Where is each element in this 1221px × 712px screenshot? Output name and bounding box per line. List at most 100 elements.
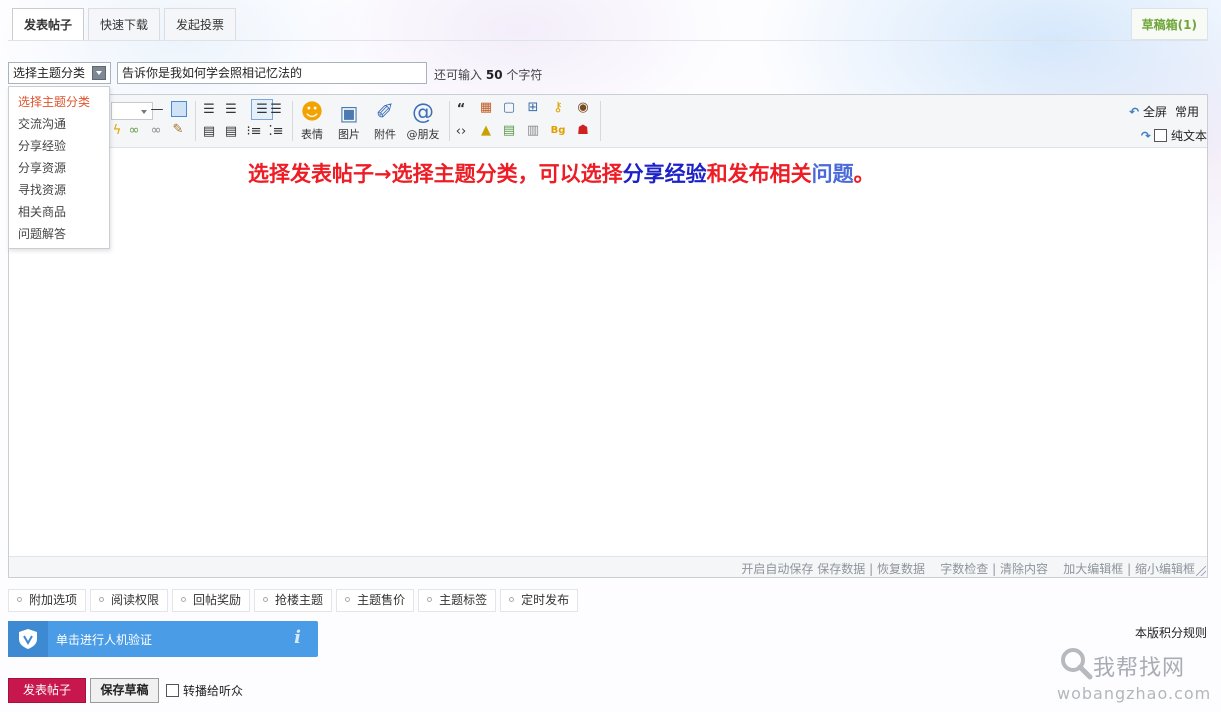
char-remaining-suffix: 个字符 [506, 68, 543, 82]
option-thread-price[interactable]: 主题售价 [336, 589, 415, 612]
broadcast-checkbox[interactable] [166, 684, 179, 697]
category-option[interactable]: 寻找资源 [9, 179, 109, 201]
save-draft-button[interactable]: 保存草稿 [90, 678, 159, 703]
content-part-1: 选择发表帖子→选择主题分类，可以选择 [248, 162, 623, 186]
attach-label: 附件 [374, 128, 396, 141]
resize-grip-icon[interactable] [1196, 566, 1206, 576]
content-part-2: 分享经验 [622, 162, 707, 186]
tab-quick-download[interactable]: 快速下载 [88, 8, 161, 41]
image-button[interactable]: ▣ 图片 [335, 100, 363, 142]
tab-post-thread[interactable]: 发表帖子 [12, 8, 85, 41]
table-icon[interactable] [171, 101, 187, 117]
qq-icon[interactable]: ☗ [574, 123, 592, 139]
clear-content-link[interactable]: 清除内容 [1000, 562, 1048, 576]
shrink-editor-link[interactable]: 缩小编辑框 [1135, 562, 1195, 576]
editor-content-text: 选择发表帖子→选择主题分类，可以选择分享经验和发布相关问题。 [248, 158, 875, 188]
restore-data-link[interactable]: 恢复数据 [877, 562, 925, 576]
columns-icon[interactable]: ▥ [524, 123, 542, 139]
enlarge-editor-link[interactable]: 加大编辑框 [1063, 562, 1123, 576]
bullet-icon [99, 597, 105, 602]
font-size-select[interactable] [111, 102, 153, 120]
code-icon[interactable]: ‹› [453, 124, 469, 140]
flash-icon[interactable]: ◉ [574, 100, 592, 116]
category-select-value: 选择主题分类 [13, 66, 86, 80]
plaintext-checkbox[interactable] [1153, 129, 1167, 142]
quote-icon[interactable]: “ [453, 102, 469, 118]
info-icon[interactable]: i [294, 627, 301, 648]
autosave-link[interactable]: 开启自动保存 [741, 562, 813, 576]
horizontal-rule-icon[interactable]: — [149, 102, 165, 118]
shield-icon [19, 629, 37, 649]
board-rules-link[interactable]: 本版积分规则 [1135, 624, 1207, 641]
magnifier-icon [1061, 648, 1093, 680]
align-left-icon[interactable]: ☰ [223, 102, 239, 118]
save-data-link[interactable]: 保存数据 [817, 562, 865, 576]
captcha-verify-bar[interactable]: 单击进行人机验证 i [8, 621, 318, 657]
plaintext-toggle[interactable]: ↷ 纯文本 [1141, 127, 1207, 144]
fullscreen-button[interactable]: ↶ 全屏 [1129, 103, 1167, 120]
extra-options-row: 附加选项 阅读权限 回帖奖励 抢楼主题 主题售价 主题标签 定时发布 [8, 589, 582, 612]
insert-link-icon[interactable]: ∞ [125, 123, 143, 139]
unlink-icon[interactable]: ∞ [147, 123, 165, 139]
option-label: 阅读权限 [111, 593, 160, 607]
align-justify-icon[interactable]: ☰ [201, 102, 217, 118]
bullet-icon [263, 597, 269, 602]
link-icon[interactable]: ϟ [109, 123, 125, 139]
category-option[interactable]: 分享经验 [9, 135, 109, 157]
code-block-icon[interactable]: ▢ [500, 100, 518, 116]
watermark-url: wobangzhao.com [1057, 684, 1212, 703]
align-right-icon[interactable]: ☰ [268, 102, 284, 118]
plaintext-label: 纯文本 [1170, 129, 1207, 143]
post-thread-button[interactable]: 发表帖子 [8, 678, 86, 703]
option-label: 回帖奖励 [193, 593, 242, 607]
word-check-link[interactable]: 字数检查 [940, 562, 988, 576]
bg-icon[interactable]: Bg [549, 123, 567, 139]
free-icon[interactable]: ▦ [477, 100, 495, 116]
category-option[interactable]: 交流沟通 [9, 113, 109, 135]
editor-footer: 开启自动保存 保存数据 | 恢复数据 字数检查 | 清除内容 加大编辑框 | 缩… [9, 556, 1207, 577]
unordered-list-icon[interactable]: ⁚≡ [268, 124, 284, 140]
tabs-divider [8, 40, 1208, 41]
bullet-icon [345, 597, 351, 602]
option-read-permission[interactable]: 阅读权限 [90, 589, 169, 612]
key-icon[interactable]: ⚷ [549, 100, 567, 116]
tab-start-poll[interactable]: 发起投票 [164, 8, 237, 41]
option-label: 主题售价 [357, 593, 406, 607]
paperclip-icon: ✐ [375, 100, 395, 125]
draft-box-button[interactable]: 草稿箱(1) [1130, 8, 1208, 40]
category-select[interactable]: 选择主题分类 [8, 62, 111, 84]
option-additional[interactable]: 附加选项 [8, 589, 87, 612]
image-label: 图片 [338, 128, 360, 141]
attachment-button[interactable]: ✐ 附件 [371, 100, 399, 142]
common-button[interactable]: 常用 [1175, 103, 1199, 120]
char-remaining-hint: 还可输入 50 个字符 [434, 66, 542, 83]
download-icon[interactable]: ▤ [500, 123, 518, 139]
option-reply-reward[interactable]: 回帖奖励 [172, 589, 251, 612]
option-thread-tags[interactable]: 主题标签 [418, 589, 497, 612]
float-right-icon[interactable]: ▤ [223, 124, 239, 140]
content-part-5: 。 [853, 162, 875, 186]
category-dropdown: 选择主题分类 交流沟通 分享经验 分享资源 寻找资源 相关商品 问题解答 [8, 86, 110, 249]
mention-button[interactable]: @ @朋友 [405, 100, 441, 142]
clear-format-icon[interactable]: ✎ [169, 122, 187, 138]
float-left-icon[interactable]: ▤ [201, 124, 217, 140]
captcha-text: 单击进行人机验证 [56, 633, 153, 647]
subject-input[interactable]: 告诉你是我如何学会照相记忆法的 [117, 62, 427, 84]
ordered-list-icon[interactable]: ⁝≡ [246, 124, 262, 140]
category-option[interactable]: 相关商品 [9, 201, 109, 223]
content-part-4: 问题 [811, 162, 854, 186]
option-scheduled-publish[interactable]: 定时发布 [500, 589, 579, 612]
broadcast-toggle[interactable]: 转播给听众 [166, 682, 243, 699]
option-floor-grab[interactable]: 抢楼主题 [254, 589, 333, 612]
category-option[interactable]: 问题解答 [9, 223, 109, 245]
footer-separator: | [992, 562, 997, 576]
bullet-icon [181, 597, 187, 602]
option-label: 附加选项 [29, 593, 78, 607]
index-icon[interactable]: ⊞ [524, 100, 542, 116]
emoji-button[interactable]: ☻ 表情 [297, 100, 327, 142]
lock-icon[interactable]: ▲ [477, 123, 495, 139]
captcha-shield-block [8, 621, 48, 657]
category-option[interactable]: 分享资源 [9, 157, 109, 179]
category-option[interactable]: 选择主题分类 [9, 91, 109, 113]
post-type-tabs: 发表帖子 快速下载 发起投票 [12, 8, 240, 41]
